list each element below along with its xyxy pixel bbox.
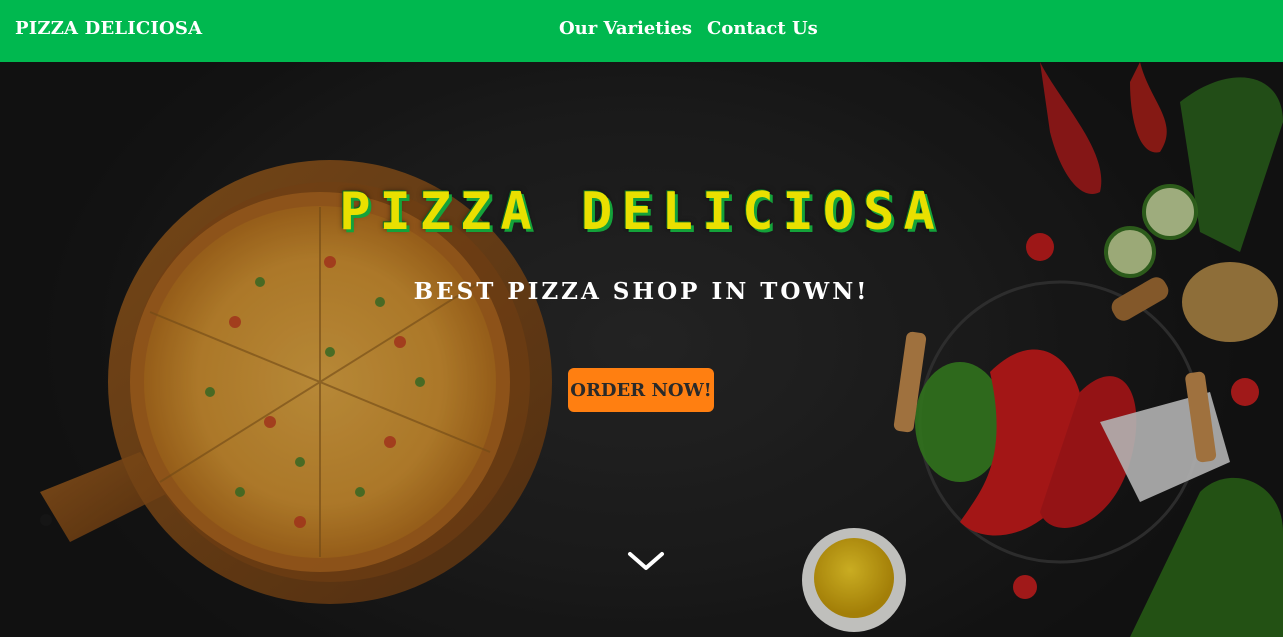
order-now-button[interactable]: ORDER NOW!: [568, 368, 714, 412]
brand-logo-link[interactable]: PIZZA DELICIOSA: [15, 18, 202, 39]
nav-link-our-varieties[interactable]: Our Varieties: [559, 18, 692, 39]
hero-title: PIZZA DELICIOSA: [339, 182, 944, 242]
nav-link-contact-us[interactable]: Contact Us: [707, 18, 818, 39]
hero-subtitle: BEST PIZZA SHOP IN TOWN!: [413, 278, 870, 305]
nav-links: Our Varieties Contact Us: [559, 18, 818, 39]
hero-section: PIZZA DELICIOSA BEST PIZZA SHOP IN TOWN!…: [0, 62, 1283, 637]
navbar: PIZZA DELICIOSA Our Varieties Contact Us: [0, 0, 1283, 62]
chevron-down-icon[interactable]: [626, 546, 666, 576]
